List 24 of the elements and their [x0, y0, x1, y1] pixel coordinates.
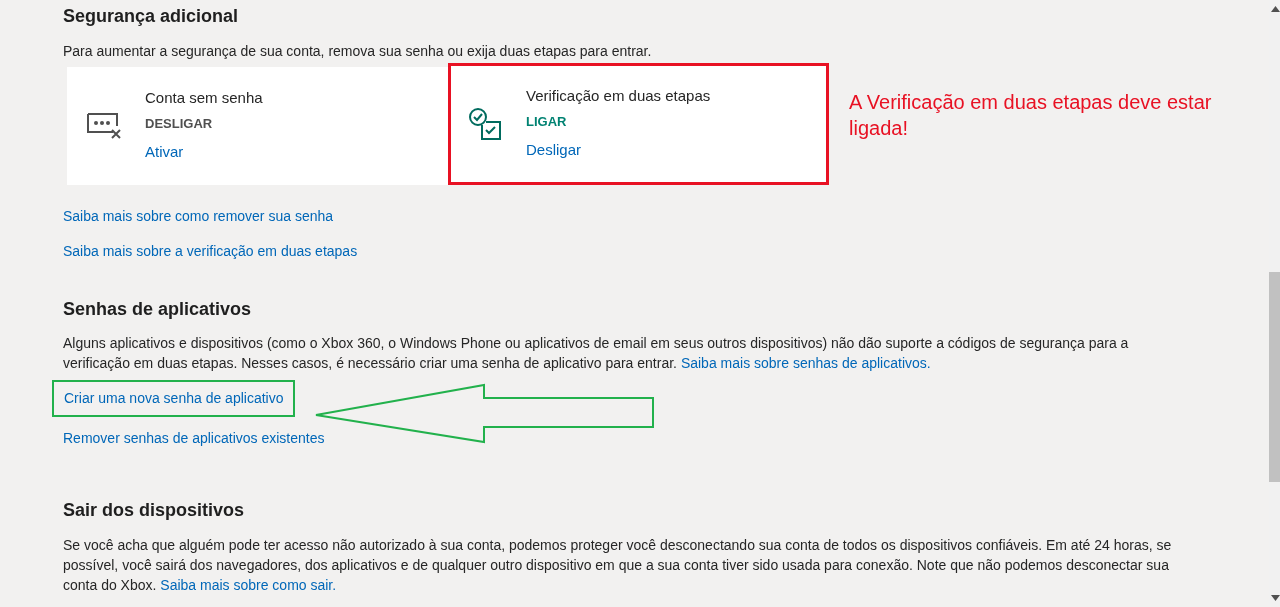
link[interactable]: Saiba mais sobre a verificação em duas etapas: [63, 237, 358, 265]
status-label: LIGAR: [526, 112, 568, 131]
card-action-link[interactable]: Ativar: [145, 143, 184, 161]
section-heading: Senhas de aplicativos: [63, 298, 253, 321]
learn-more-link[interactable]: Saiba mais sobre senhas de aplicativos.: [680, 355, 931, 372]
section-description: Se você acha que alguém pode ter acesso não autorizado à sua conta, podemos proteger você desconectando sua conta de todos os dispositivos confiáveis. Em até 24 horas, se possível, você sairá dos navegadores, dos aplicativos e de qualquer outro dispositivo em que a sua conta tiver sido usada para conexão. Note que não podemos desconectar sua conta do Xbox. Saiba mais sobre como sair.: [63, 535, 1173, 595]
link[interactable]: Saiba mais sobre como remover sua senha: [63, 202, 334, 230]
link[interactable]: Criar uma nova senha de aplicativo: [52, 380, 296, 418]
section-heading: Segurança adicional: [63, 6, 240, 28]
card-title: Verificação em duas etapas: [526, 86, 711, 107]
scroll-down-icon[interactable]: [1271, 595, 1280, 601]
password-off-icon: [87, 112, 121, 139]
scroll-up-icon[interactable]: [1271, 6, 1280, 12]
card-action-link[interactable]: Desligar: [526, 141, 582, 159]
card-title: Conta sem senha: [145, 88, 263, 109]
section-description: Para aumentar a segurança de sua conta, remova sua senha ou exija duas etapas para entrar.: [63, 41, 653, 61]
section-description: Alguns aplicativos e dispositivos (como o Xbox 360, o Windows Phone ou aplicativos de email em seus outros dispositivos) não dão suporte a códigos de segurança para a verificação em duas etapas. Nesses casos, é necessário criar uma senha de aplicativo para entrar. Saiba mais sobre senhas de aplicativos.: [63, 334, 1130, 374]
section-heading: Sair dos dispositivos: [63, 500, 246, 522]
annotation-text: A Verificação em duas etapas deve estar ligada!: [849, 89, 1213, 141]
scrollbar-thumb[interactable]: [1269, 272, 1280, 482]
status-label: DESLIGAR: [145, 114, 214, 133]
link[interactable]: Remover senhas de aplicativos existentes: [63, 425, 325, 453]
learn-more-link[interactable]: Saiba mais sobre como sair.: [160, 576, 337, 593]
double-check-icon: [468, 106, 502, 141]
